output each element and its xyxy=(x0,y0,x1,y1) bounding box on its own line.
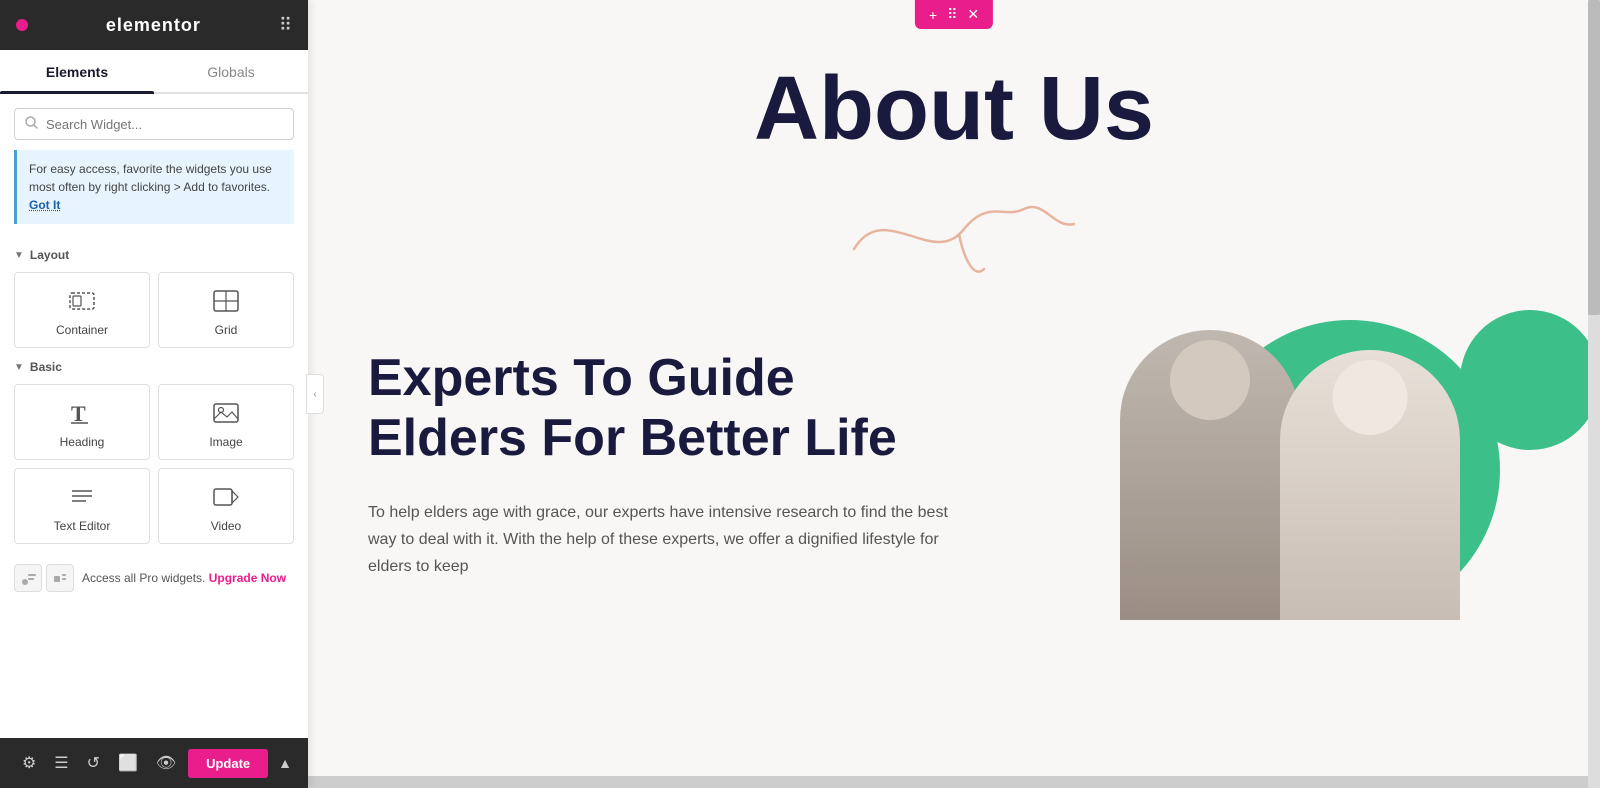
text-editor-icon xyxy=(66,483,98,511)
search-box xyxy=(14,108,294,140)
grid-label: Grid xyxy=(215,323,238,337)
video-label: Video xyxy=(211,519,241,533)
layout-widget-grid: Container Grid xyxy=(14,272,294,348)
video-icon xyxy=(210,483,242,511)
grid-menu-icon[interactable]: ⠿ xyxy=(279,15,292,36)
got-it-link[interactable]: Got It xyxy=(29,198,60,212)
basic-arrow-icon: ▼ xyxy=(14,362,24,373)
hscrollbar-thumb xyxy=(308,776,1588,788)
widget-container[interactable]: Container xyxy=(14,272,150,348)
chevron-down-icon[interactable]: ▲ xyxy=(278,755,292,771)
image-icon xyxy=(210,399,242,427)
settings-icon[interactable]: ⚙ xyxy=(16,749,42,777)
panel-tabs: Elements Globals xyxy=(0,50,308,94)
update-button[interactable]: Update xyxy=(188,749,268,778)
tab-globals[interactable]: Globals xyxy=(154,50,308,92)
canvas-area: + ⠿ ✕ About Us Experts To Guide Elders F… xyxy=(308,0,1600,788)
widget-image[interactable]: Image xyxy=(158,384,294,460)
decorative-swirl xyxy=(804,169,1104,289)
text-editor-label: Text Editor xyxy=(54,519,111,533)
image-label: Image xyxy=(209,435,242,449)
about-us-section: About Us xyxy=(308,0,1600,309)
layout-section-header[interactable]: ▼ Layout xyxy=(14,248,294,262)
content-left: Experts To Guide Elders For Better Life … xyxy=(368,349,948,580)
pro-text: Access all Pro widgets. xyxy=(82,571,205,585)
close-element-icon[interactable]: ✕ xyxy=(963,4,983,25)
person-woman-figure xyxy=(1280,350,1460,620)
basic-widget-grid: T Heading Image xyxy=(14,384,294,544)
person-man-figure xyxy=(1120,330,1300,620)
people-figures xyxy=(1120,310,1540,620)
about-us-title: About Us xyxy=(308,60,1600,159)
pro-widgets-row: Access all Pro widgets. Upgrade Now xyxy=(14,554,294,592)
widget-heading[interactable]: T Heading xyxy=(14,384,150,460)
history-icon[interactable]: ↺ xyxy=(81,749,106,777)
layers-icon[interactable]: ☰ xyxy=(48,749,74,777)
heading-icon: T xyxy=(66,399,98,427)
widget-text-editor[interactable]: Text Editor xyxy=(14,468,150,544)
widget-video[interactable]: Video xyxy=(158,468,294,544)
left-panel: elementor ⠿ Elements Globals For easy ac… xyxy=(0,0,308,788)
heading-line2: Elders For Better Life xyxy=(368,409,897,467)
content-section: Experts To Guide Elders For Better Life … xyxy=(308,309,1600,580)
pro-icons xyxy=(14,564,74,592)
move-element-icon[interactable]: ⠿ xyxy=(943,4,961,25)
canvas-hscrollbar[interactable] xyxy=(308,776,1588,788)
pro-icon-2 xyxy=(46,564,74,592)
search-input[interactable] xyxy=(46,117,283,132)
layout-arrow-icon: ▼ xyxy=(14,250,24,261)
tab-elements[interactable]: Elements xyxy=(0,50,154,92)
heading-label: Heading xyxy=(60,435,105,449)
logo: elementor xyxy=(106,15,201,36)
search-icon xyxy=(25,116,38,132)
grid-icon xyxy=(210,287,242,315)
responsive-icon[interactable]: ⬜ xyxy=(112,749,144,777)
upgrade-link[interactable]: Upgrade Now xyxy=(209,571,286,585)
collapse-panel-button[interactable]: ‹ xyxy=(306,374,324,414)
canvas-scrollbar[interactable] xyxy=(1588,0,1600,788)
canvas-frame: + ⠿ ✕ About Us Experts To Guide Elders F… xyxy=(308,0,1600,788)
info-text: For easy access, favorite the widgets yo… xyxy=(29,162,272,194)
content-right xyxy=(1080,300,1600,620)
basic-section-label: Basic xyxy=(30,360,62,374)
scrollbar-thumb xyxy=(1588,0,1600,315)
container-label: Container xyxy=(56,323,108,337)
widget-grid[interactable]: Grid xyxy=(158,272,294,348)
widgets-area: ▼ Layout Container xyxy=(0,236,308,738)
pro-icon-1 xyxy=(14,564,42,592)
element-toolbar: + ⠿ ✕ xyxy=(915,0,993,29)
bottom-toolbar: ⚙ ☰ ↺ ⬜ 👁 Update ▲ xyxy=(0,738,308,788)
content-body-text: To help elders age with grace, our exper… xyxy=(368,499,948,581)
brand-dot xyxy=(16,19,28,31)
container-icon xyxy=(66,287,98,315)
top-bar: elementor ⠿ xyxy=(0,0,308,50)
content-heading: Experts To Guide Elders For Better Life xyxy=(368,349,948,469)
info-box: For easy access, favorite the widgets yo… xyxy=(14,150,294,224)
layout-section-label: Layout xyxy=(30,248,69,262)
basic-section-header[interactable]: ▼ Basic xyxy=(14,360,294,374)
add-element-icon[interactable]: + xyxy=(925,5,941,25)
preview-icon[interactable]: 👁 xyxy=(150,749,182,777)
heading-line1: Experts To Guide xyxy=(368,349,795,407)
